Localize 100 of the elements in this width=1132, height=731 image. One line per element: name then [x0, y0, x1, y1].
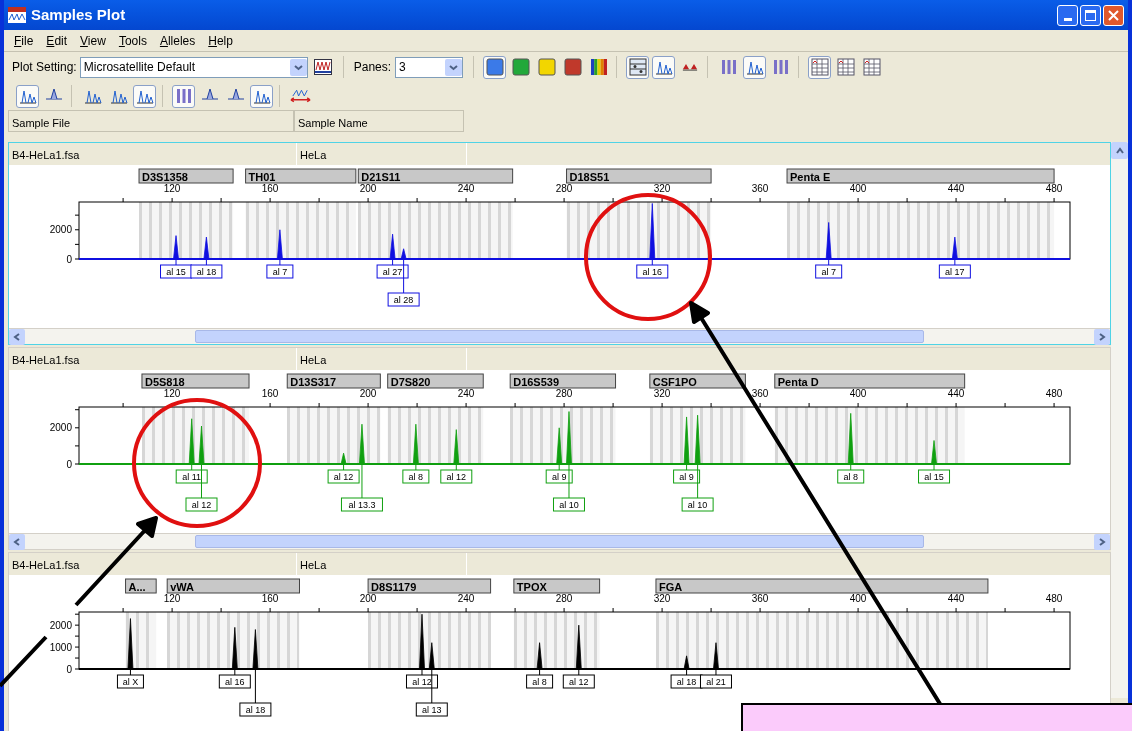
panes-dropdown[interactable]: 3: [395, 56, 464, 78]
locus-bar: CSF1PO: [649, 373, 746, 389]
allele-label[interactable]: al 8: [526, 674, 554, 689]
tick-label: 0: [66, 253, 72, 265]
allele-label[interactable]: al 10: [553, 497, 585, 512]
vertical-scrollbar[interactable]: [1111, 142, 1128, 698]
horizontal-scrollbar[interactable]: [9, 533, 1110, 549]
toolbar-button[interactable]: [16, 84, 39, 108]
allele-label[interactable]: al 27: [376, 264, 409, 279]
close-button[interactable]: [1103, 4, 1124, 26]
allele-label[interactable]: al 11: [175, 469, 208, 484]
allele-label[interactable]: al X: [116, 674, 144, 689]
allele-label[interactable]: al 13.3: [340, 497, 383, 512]
leader-line: [403, 258, 405, 294]
locus-bar: D21S11: [357, 168, 514, 184]
leader-line: [558, 463, 560, 471]
tick-label: 480: [1045, 593, 1063, 604]
tick-label: 120: [163, 183, 181, 194]
allele-label[interactable]: al 17: [938, 264, 971, 279]
allele-label[interactable]: al 18: [670, 674, 703, 689]
scroll-left-button[interactable]: [9, 534, 25, 550]
allele-label[interactable]: al 10: [681, 497, 714, 512]
allele-label[interactable]: al 18: [239, 702, 272, 717]
allele-label[interactable]: al 15: [918, 469, 951, 484]
tick-label: 360: [751, 388, 769, 399]
locus-bar: D13S317: [286, 373, 381, 389]
toolbar-button[interactable]: [250, 84, 273, 108]
chevron-down-icon: [289, 58, 307, 76]
tick-label: 0: [66, 458, 72, 470]
minimize-button[interactable]: [1057, 4, 1078, 26]
menu-item[interactable]: Help: [202, 31, 239, 50]
toolbar-button[interactable]: [652, 55, 676, 79]
allele-label[interactable]: al 8: [402, 469, 430, 484]
allele-label[interactable]: al 15: [160, 264, 192, 279]
allele-label[interactable]: al 16: [636, 264, 669, 279]
maximize-button[interactable]: [1080, 4, 1101, 26]
plot-editor-button[interactable]: [312, 57, 333, 77]
allele-label[interactable]: al 18: [190, 264, 223, 279]
tick-label: 440: [947, 593, 965, 604]
allele-label[interactable]: al 9: [545, 469, 573, 484]
leader-line: [686, 463, 688, 471]
allele-label[interactable]: al 8: [837, 469, 865, 484]
toolbar-button[interactable]: [860, 55, 884, 79]
toolbar-button[interactable]: [743, 55, 767, 79]
menu-item[interactable]: Edit: [40, 31, 74, 50]
tick-label: 400: [849, 183, 867, 194]
scroll-up-button[interactable]: [1111, 142, 1128, 159]
band-label: D8S1179: [371, 580, 417, 593]
allele-label[interactable]: al 9: [673, 469, 701, 484]
toolbar-button[interactable]: [172, 84, 195, 108]
locus-bar: D16S539: [509, 373, 617, 389]
tick-label: 160: [261, 593, 279, 604]
horizontal-scrollbar[interactable]: [9, 328, 1110, 344]
scroll-thumb[interactable]: [195, 330, 924, 343]
allele-label[interactable]: al 28: [387, 292, 420, 307]
locus-bar: D18S51: [566, 168, 712, 184]
allele-label[interactable]: al 12: [327, 469, 360, 484]
sample-file-cell: B4-HeLa1.fsa: [9, 348, 297, 370]
locus-bar: TH01: [245, 168, 357, 184]
tick-label: 200: [359, 593, 377, 604]
double-arrow-icon: [290, 87, 311, 105]
toolbar-button[interactable]: [808, 55, 832, 79]
allele-label[interactable]: al 12: [562, 674, 595, 689]
menu-item[interactable]: Tools: [112, 31, 153, 50]
scroll-right-button[interactable]: [1094, 534, 1110, 550]
tick-label: 400: [849, 593, 867, 604]
leader-line: [651, 258, 653, 266]
allele-label[interactable]: al 7: [815, 264, 843, 279]
leader-line: [933, 463, 935, 471]
leader-line: [361, 463, 363, 499]
triangles-icon: [680, 63, 699, 71]
allele-label[interactable]: al 13: [415, 702, 448, 717]
menu-item[interactable]: View: [74, 31, 112, 50]
tick-label: 280: [555, 183, 573, 194]
bars-icon: [719, 58, 738, 76]
tick-label: 320: [653, 593, 671, 604]
plot-setting-dropdown[interactable]: Microsatellite Default: [79, 56, 308, 78]
band-label: TPOX: [516, 580, 548, 593]
toolbar-button[interactable]: [133, 84, 156, 108]
chevron-up-icon: [1115, 146, 1124, 155]
band-label: D3S1358: [142, 170, 188, 183]
scroll-thumb[interactable]: [195, 535, 924, 548]
tick-label: 480: [1045, 183, 1063, 194]
scroll-left-button[interactable]: [9, 329, 25, 345]
menu-item[interactable]: Alleles: [153, 31, 202, 50]
leader-line: [455, 463, 457, 471]
allele-label[interactable]: al 12: [185, 497, 218, 512]
sample-name-cell: HeLa: [297, 143, 467, 165]
allele-label[interactable]: al 12: [440, 469, 473, 484]
close-icon: [1108, 9, 1119, 21]
leader-line: [539, 668, 541, 676]
menu-item[interactable]: File: [8, 31, 40, 50]
allele-label[interactable]: al 7: [266, 264, 294, 279]
allele-label[interactable]: al 21: [700, 674, 732, 689]
scroll-right-button[interactable]: [1094, 329, 1110, 345]
tick-label: 480: [1045, 388, 1063, 399]
leader-line: [175, 258, 177, 266]
toolbar-button[interactable]: [626, 55, 650, 79]
toolbar-button[interactable]: [834, 55, 858, 79]
allele-label[interactable]: al 16: [218, 674, 251, 689]
